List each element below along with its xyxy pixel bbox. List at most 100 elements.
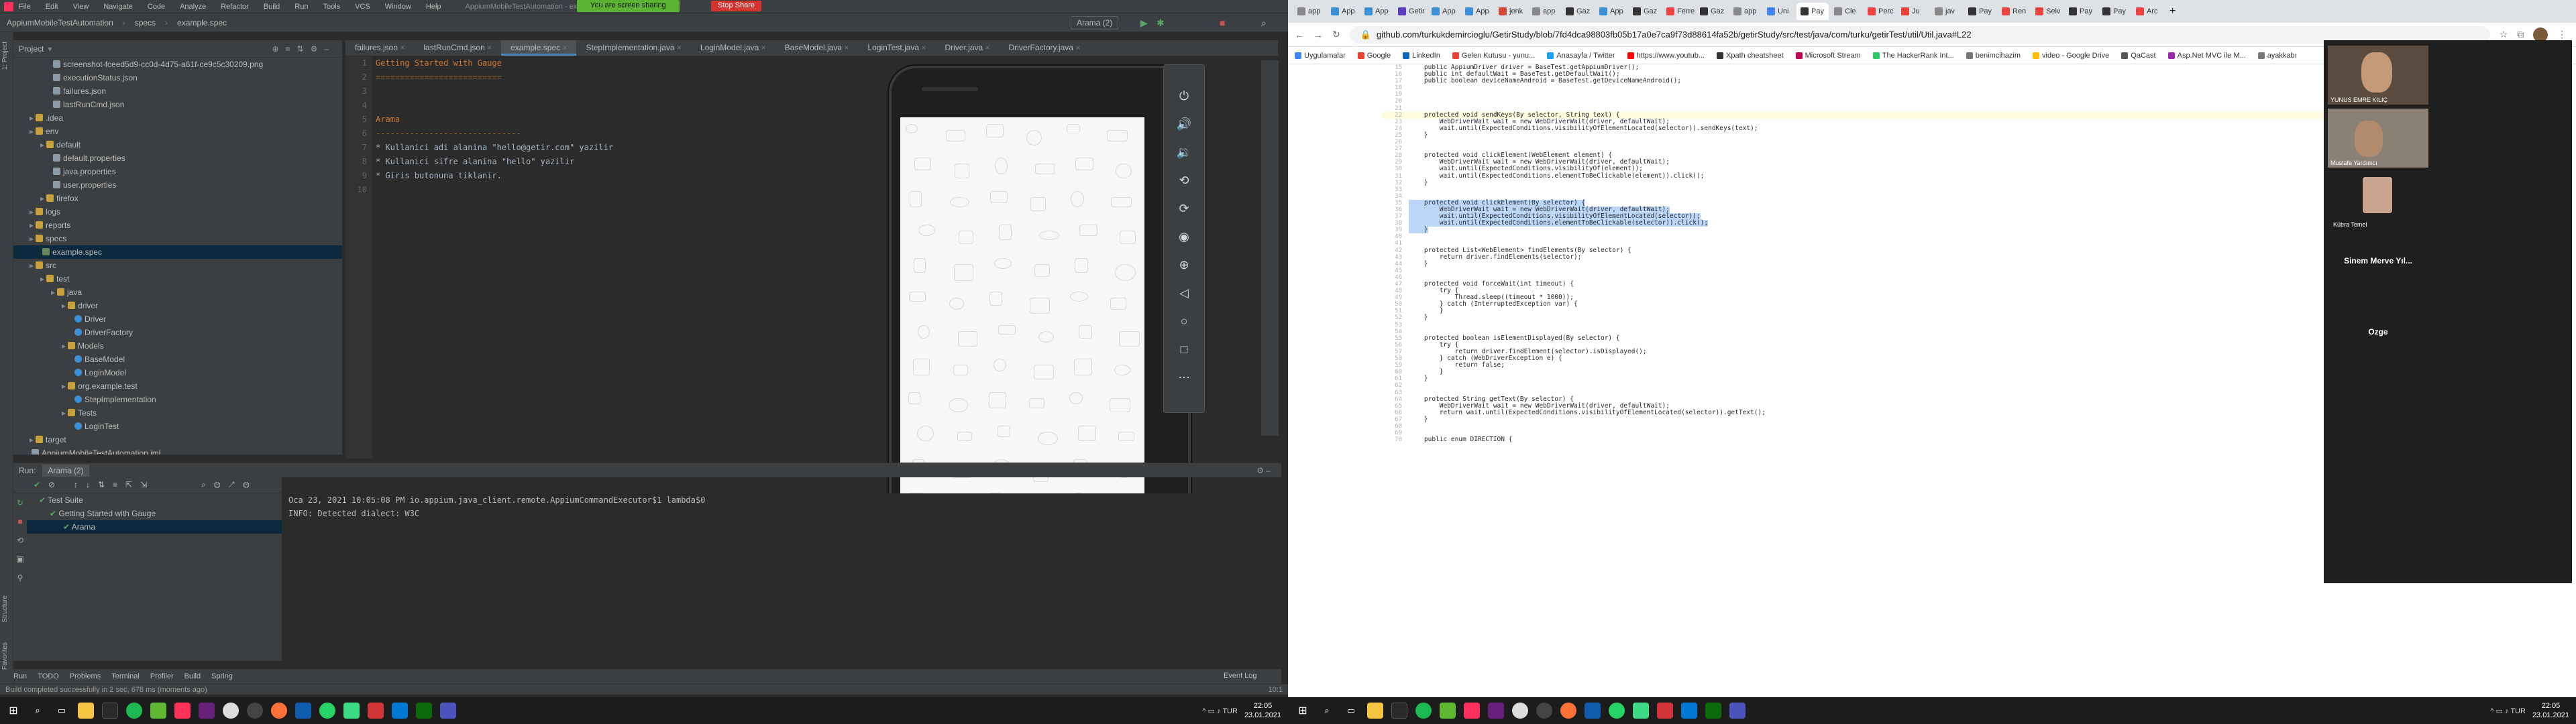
line-number[interactable]: 44 bbox=[1382, 261, 1409, 267]
search-icon[interactable]: ⌕ bbox=[1319, 703, 1335, 719]
close-icon[interactable]: × bbox=[560, 43, 567, 52]
line-number[interactable]: 20 bbox=[1382, 98, 1409, 105]
app-icon[interactable] bbox=[1681, 703, 1697, 719]
address-bar[interactable]: 🔒 github.com/turkukdemircioglu/GetirStud… bbox=[1349, 25, 2490, 44]
tree-node[interactable]: example.spec bbox=[13, 245, 342, 259]
tree-node[interactable]: ▸ env bbox=[13, 125, 342, 138]
line-number[interactable]: 23 bbox=[1382, 119, 1409, 125]
line-number[interactable]: 57 bbox=[1382, 349, 1409, 355]
bookmark-item[interactable]: Uygulamalar bbox=[1295, 52, 1346, 60]
editor-tab[interactable]: LoginModel.java × bbox=[691, 40, 775, 56]
tests-passed-icon[interactable]: ✔ bbox=[34, 480, 40, 489]
tree-node[interactable]: BaseModel bbox=[13, 353, 342, 366]
line-number[interactable]: 45 bbox=[1382, 267, 1409, 274]
taskbar-clock[interactable]: 22:05 23.01.2021 bbox=[2532, 701, 2569, 720]
close-icon[interactable]: × bbox=[919, 43, 926, 52]
browser-tab[interactable]: Getir bbox=[1394, 3, 1426, 20]
tree-expand-icon[interactable]: ▸ bbox=[30, 261, 34, 270]
code-line[interactable]: 43 return driver.findElements(selector); bbox=[1382, 253, 2455, 261]
line-number[interactable]: 36 bbox=[1382, 206, 1409, 213]
app-icon[interactable] bbox=[1391, 703, 1407, 719]
code-line[interactable]: 24 wait.until(ExpectedConditions.visibil… bbox=[1382, 125, 2455, 132]
browser-tab[interactable]: app bbox=[1729, 3, 1762, 20]
chevron-down-icon[interactable]: ▾ bbox=[48, 44, 52, 54]
tree-node[interactable]: executionStatus.json bbox=[13, 71, 342, 84]
breadcrumb-project[interactable]: AppiumMobileTestAutomation bbox=[7, 18, 113, 27]
line-number[interactable]: 70 bbox=[1382, 436, 1409, 443]
line-number[interactable]: 65 bbox=[1382, 403, 1409, 410]
whatsapp-icon[interactable] bbox=[1609, 703, 1625, 719]
browser-tab[interactable]: Gaz bbox=[1696, 3, 1728, 20]
code-line[interactable]: 67 } bbox=[1382, 416, 2455, 423]
editor-tab[interactable]: lastRunCmd.json × bbox=[414, 40, 501, 56]
line-number[interactable]: 56 bbox=[1382, 342, 1409, 349]
app-icon[interactable] bbox=[1705, 703, 1721, 719]
line-number[interactable]: 38 bbox=[1382, 220, 1409, 227]
tree-expand-icon[interactable]: ▸ bbox=[30, 113, 34, 123]
tree-node[interactable]: LoginModel bbox=[13, 366, 342, 379]
line-number[interactable]: 24 bbox=[1382, 125, 1409, 132]
line-number[interactable]: 27 bbox=[1382, 145, 1409, 152]
back-icon[interactable]: ◁ bbox=[1179, 286, 1189, 300]
menu-item-vcs[interactable]: VCS bbox=[355, 3, 370, 11]
breadcrumb-file[interactable]: example.spec bbox=[177, 18, 227, 27]
tree-expand-icon[interactable]: ▸ bbox=[30, 435, 34, 444]
browser-tab[interactable]: Pay bbox=[1964, 3, 1996, 20]
run-console[interactable]: Oca 23, 2021 10:05:08 PM io.appium.java_… bbox=[282, 493, 1221, 661]
file-explorer-icon[interactable] bbox=[78, 703, 94, 719]
tree-expand-icon[interactable]: ▸ bbox=[51, 288, 55, 297]
tree-node[interactable]: ▸ reports bbox=[13, 219, 342, 232]
tree-node[interactable]: ▸ java bbox=[13, 286, 342, 299]
line-number[interactable]: 17 bbox=[1382, 78, 1409, 84]
tree-node[interactable]: ▸ specs bbox=[13, 232, 342, 245]
pin-icon[interactable]: ⚲ bbox=[13, 568, 27, 587]
line-number[interactable]: 52 bbox=[1382, 314, 1409, 321]
reload-icon[interactable]: ↻ bbox=[1332, 29, 1340, 40]
bottom-tab-todo[interactable]: TODO bbox=[38, 672, 59, 680]
tree-node[interactable]: java.properties bbox=[13, 165, 342, 178]
intellij-icon[interactable] bbox=[174, 703, 191, 719]
tree-expand-icon[interactable]: ▸ bbox=[40, 274, 44, 284]
chrome-icon[interactable] bbox=[1512, 703, 1528, 719]
tray-icons[interactable]: ^ ▭ ♪ TUR bbox=[1202, 707, 1238, 715]
participant-avatar-tile[interactable]: Kübra Temel bbox=[2328, 172, 2428, 231]
line-number[interactable]: 51 bbox=[1382, 308, 1409, 314]
tree-node[interactable]: ▸ firefox bbox=[13, 192, 342, 205]
volume-down-icon[interactable]: 🔉 bbox=[1177, 145, 1191, 160]
bottom-tab-spring[interactable]: Spring bbox=[211, 672, 233, 680]
editor-tab[interactable]: failures.json × bbox=[345, 40, 414, 56]
browser-tab[interactable]: Ferrebr bbox=[1662, 3, 1695, 20]
line-number[interactable]: 29 bbox=[1382, 159, 1409, 166]
line-number[interactable]: 59 bbox=[1382, 362, 1409, 369]
tree-node[interactable]: ▸ src bbox=[13, 259, 342, 272]
line-number[interactable]: 55 bbox=[1382, 335, 1409, 342]
zoom-icon[interactable]: ⊕ bbox=[1179, 258, 1189, 272]
windows-start-icon[interactable]: ⊞ bbox=[1295, 703, 1311, 719]
close-icon[interactable]: × bbox=[1073, 43, 1080, 52]
test-suite-node[interactable]: ✔ Test Suite bbox=[27, 493, 282, 507]
line-number[interactable]: 21 bbox=[1382, 105, 1409, 112]
forward-arrow-icon[interactable]: → bbox=[1313, 29, 1323, 40]
line-number[interactable]: 68 bbox=[1382, 423, 1409, 430]
debug-icon[interactable]: ✱ bbox=[1157, 17, 1165, 29]
line-number[interactable]: 53 bbox=[1382, 322, 1409, 328]
code-line[interactable]: 44 } bbox=[1382, 260, 2455, 267]
browser-tab[interactable]: Selv bbox=[2031, 3, 2063, 20]
tree-node[interactable]: screenshot-fceed5d9-cc0d-4d75-a61f-ce9c5… bbox=[13, 58, 342, 71]
menu-item-build[interactable]: Build bbox=[264, 3, 280, 11]
overview-icon[interactable]: □ bbox=[1181, 343, 1188, 357]
bottom-tab-run[interactable]: Run bbox=[13, 672, 27, 680]
lock-icon[interactable]: 🔒 bbox=[1360, 29, 1371, 40]
event-log-button[interactable]: Event Log bbox=[1224, 672, 1257, 680]
close-icon[interactable]: × bbox=[675, 43, 682, 52]
run-configuration-select[interactable]: Arama (2) bbox=[1071, 16, 1119, 29]
menu-kebab-icon[interactable]: ⋮ bbox=[2557, 29, 2567, 40]
chrome-icon[interactable] bbox=[223, 703, 239, 719]
visual-studio-icon[interactable] bbox=[199, 703, 215, 719]
line-number[interactable]: 15 bbox=[1382, 64, 1409, 71]
bookmark-item[interactable]: Microsoft Stream bbox=[1795, 52, 1861, 60]
windows-start-icon[interactable]: ⊞ bbox=[5, 703, 21, 719]
rotate-left-icon[interactable]: ⟲ bbox=[1179, 174, 1189, 188]
rerun-icon[interactable]: ↻ bbox=[13, 493, 27, 512]
tree-expand-icon[interactable]: ▸ bbox=[40, 194, 44, 203]
